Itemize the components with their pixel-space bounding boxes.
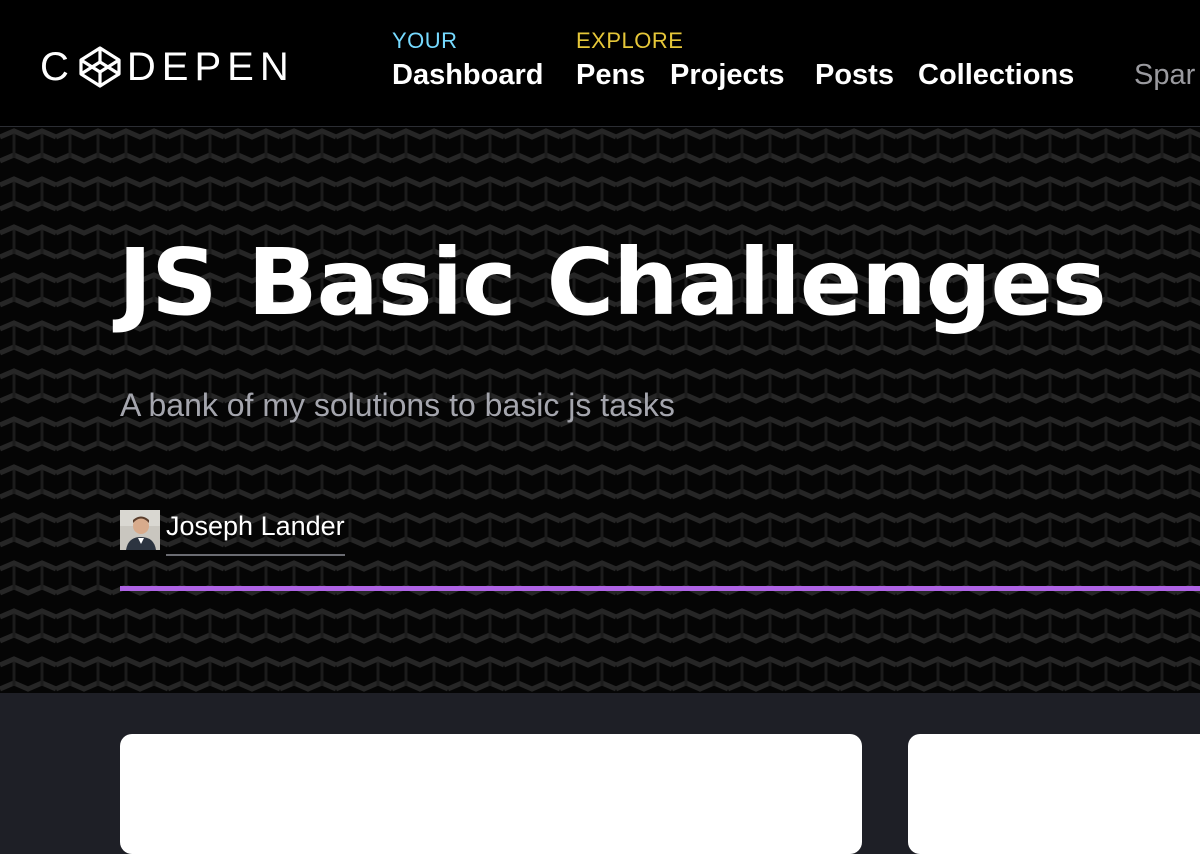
nav-spark-link[interactable]: Spar xyxy=(1134,59,1195,92)
codepen-cube-icon xyxy=(77,44,123,90)
logo-text-start: C xyxy=(40,45,75,89)
collection-title: JS Basic Challenges xyxy=(118,229,1107,336)
nav-projects-link[interactable]: Projects xyxy=(670,59,784,92)
top-navigation: C DEPEN YOUR EXPLORE Dashboard Pens Proj… xyxy=(0,0,1200,127)
collection-description: A bank of my solutions to basic js tasks xyxy=(120,387,675,423)
codepen-logo[interactable]: C DEPEN xyxy=(40,44,295,90)
hero-accent-divider xyxy=(120,586,1200,591)
pen-card[interactable] xyxy=(120,734,862,854)
author-name-link[interactable]: Joseph Lander xyxy=(166,503,345,556)
pen-card[interactable] xyxy=(908,734,1200,854)
nav-dashboard-link[interactable]: Dashboard xyxy=(392,59,543,92)
pen-grid xyxy=(0,693,1200,854)
explore-group-label: EXPLORE xyxy=(576,28,684,53)
collection-hero: JS Basic Challenges A bank of my solutio… xyxy=(0,127,1200,693)
nav-posts-link[interactable]: Posts xyxy=(815,59,894,92)
collection-author: Joseph Lander xyxy=(120,503,345,556)
author-avatar[interactable] xyxy=(120,509,160,550)
nav-pens-link[interactable]: Pens xyxy=(576,59,645,92)
nav-collections-link[interactable]: Collections xyxy=(918,59,1074,92)
your-group-label: YOUR xyxy=(392,28,458,53)
logo-text-end: DEPEN xyxy=(126,45,295,89)
